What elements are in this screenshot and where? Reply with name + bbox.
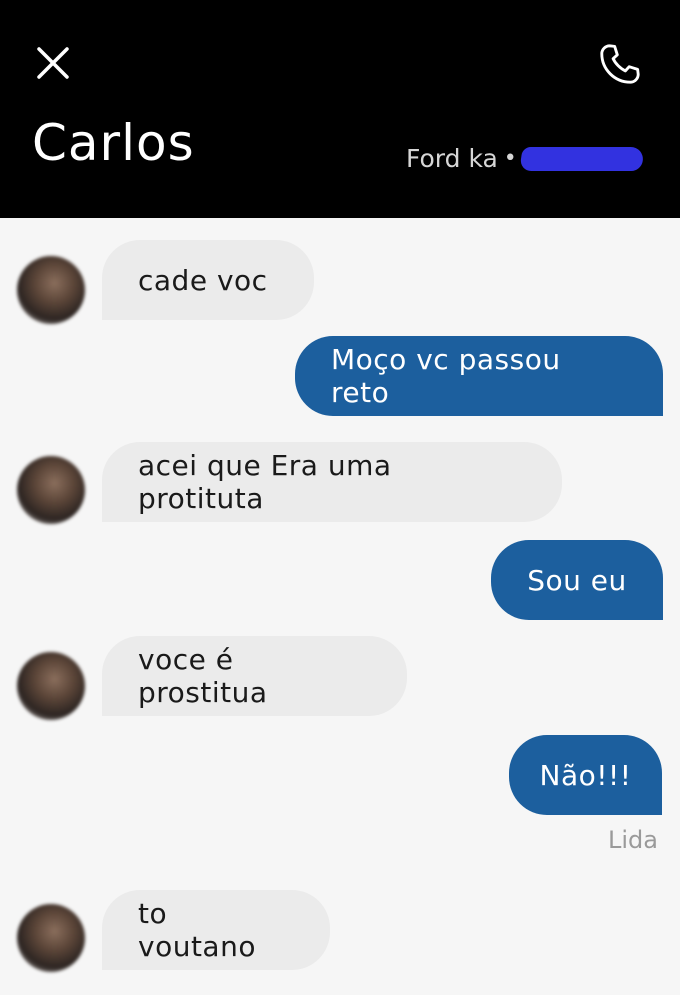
outgoing-message: Sou eu bbox=[491, 540, 663, 620]
incoming-message: acei que Era uma protituta bbox=[102, 442, 562, 522]
vehicle-info: Ford ka • bbox=[406, 144, 645, 173]
close-icon bbox=[37, 47, 69, 79]
outgoing-message: Não!!! bbox=[509, 735, 662, 815]
message-text: Moço vc passou reto bbox=[331, 343, 561, 409]
incoming-message: cade voc bbox=[102, 240, 314, 320]
message-text: Não!!! bbox=[539, 758, 632, 792]
incoming-message: to voutano bbox=[102, 890, 330, 970]
contact-name: Carlos bbox=[32, 114, 195, 172]
message-text: cade voc bbox=[138, 263, 268, 297]
driver-avatar bbox=[17, 456, 85, 524]
driver-avatar bbox=[17, 904, 85, 972]
message-text: Sou eu bbox=[527, 563, 627, 597]
message-text: to voutano bbox=[138, 897, 256, 963]
vehicle-model: Ford ka bbox=[406, 144, 498, 173]
phone-icon bbox=[600, 44, 640, 84]
message-text: acei que Era uma protituta bbox=[138, 449, 392, 515]
message-text: voce é prostitua bbox=[138, 643, 268, 709]
incoming-message: voce é prostitua bbox=[102, 636, 407, 716]
chat-header: Carlos Ford ka • bbox=[0, 0, 680, 218]
call-button[interactable] bbox=[594, 38, 646, 90]
read-receipt: Lida bbox=[608, 826, 658, 854]
redacted-plate bbox=[519, 146, 645, 171]
message-list[interactable]: cade voc Moço vc passou reto acei que Er… bbox=[0, 218, 680, 995]
outgoing-message: Moço vc passou reto bbox=[295, 336, 663, 416]
driver-avatar bbox=[17, 652, 85, 720]
close-button[interactable] bbox=[30, 40, 76, 86]
separator-dot: • bbox=[503, 145, 517, 171]
driver-avatar bbox=[17, 256, 85, 324]
